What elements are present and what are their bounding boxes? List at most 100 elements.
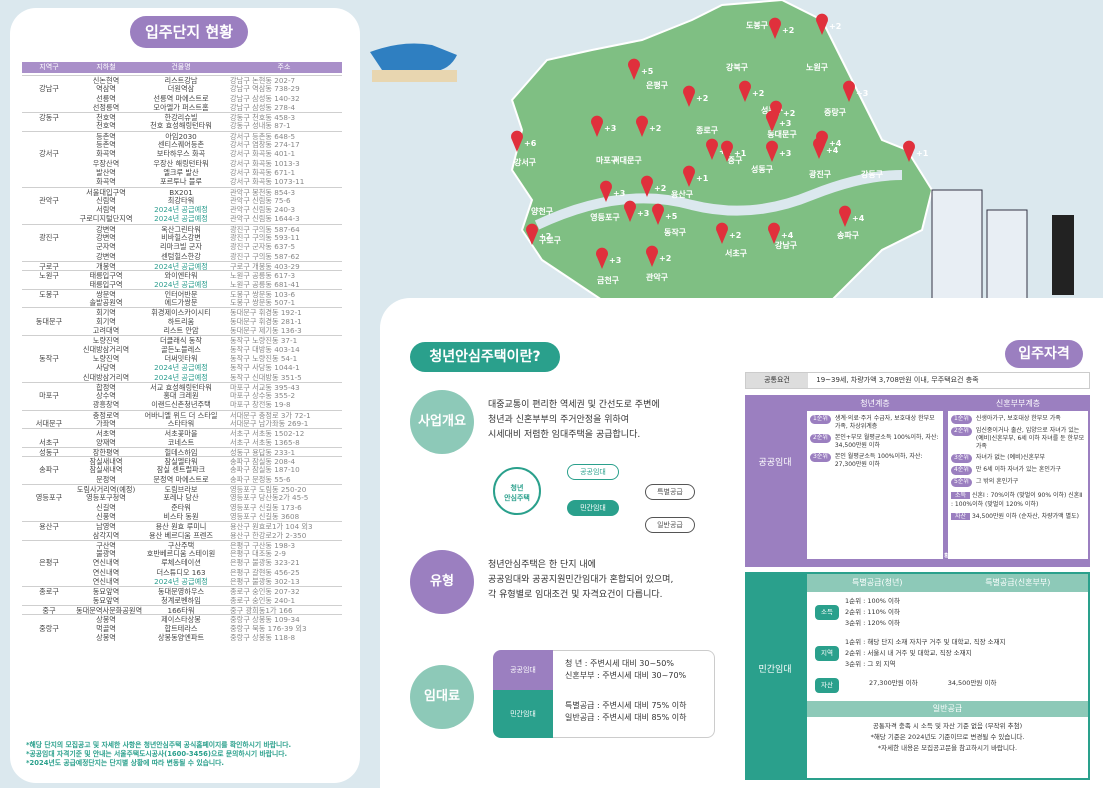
table-cell: 리스트 안암: [163, 326, 199, 336]
table-cell: 구로구 개봉동 403-29: [230, 261, 300, 271]
table-row: 선릉역 선릉역 마에스트로 강남구 삼성동 140-32: [22, 94, 342, 103]
rank-badge: 5순위: [951, 478, 972, 487]
table-cell: [22, 94, 76, 103]
table-cell: 비바힐스강변: [161, 233, 201, 243]
table-cell: [22, 549, 76, 558]
district-label: 금천구: [597, 275, 620, 285]
pin-count: +3: [609, 256, 621, 265]
table-row: 등촌역 센티스퀘어등촌 강서구 염창동 274-17: [22, 140, 342, 149]
note-line: *2024년도 공급예정단지는 단지별 상황에 따라 변동될 수 있습니다.: [26, 759, 224, 767]
table-row: 구산역 구산주택 은평구 구산동 198-3: [22, 539, 342, 549]
table-cell: 센티스퀘어등촌: [157, 140, 205, 150]
table-cell: 용산구: [39, 522, 59, 531]
district-label: 강북구: [726, 62, 749, 72]
table-row: 도봉구 쌍문역 인터어반문 도봉구 쌍문동 103-6: [22, 288, 342, 298]
table-row: 고려대역 리스트 안암 동대문구 제기동 136-3: [22, 326, 342, 335]
text-line: 공공임대와 공공지원민간임대가 혼합되어 있으며,: [488, 575, 674, 585]
income-text: 신혼Ⅰ : 70%이하 (맞벌이 90% 이하) 신혼Ⅱ : 100%이하 (맞…: [951, 492, 1083, 508]
assets-tag: 자산: [815, 678, 839, 693]
table-cell: 에드가쌍문: [164, 298, 198, 308]
table-cell: 2024년 공급예정: [154, 214, 208, 224]
table-cell: 용산 원효 루미니: [155, 522, 207, 531]
table-cell: 강서구 화곡동 401-1: [230, 149, 296, 159]
table-cell: [22, 168, 76, 177]
rank-line: 3순위 : 120% 이하: [844, 619, 900, 627]
rank-item: 3순위 본인 월평균소득 100%이하, 자산: 27,300만원 이하: [810, 453, 940, 469]
table-cell: [22, 159, 76, 168]
table-cell: 동묘앞역: [92, 587, 120, 596]
table-cell: 종로구 숭인동 207-32: [230, 587, 300, 596]
rank-item: 2순위 본인+부모 월평균소득 100%이하, 자산: 34,500만원 이하: [810, 434, 940, 450]
table-row: 서초구 양재역 코네스트 서초구 서초동 1365-8: [22, 438, 342, 447]
table-cell: 등촌역: [96, 140, 116, 150]
table-row: 발산역 엘크루 발산 강서구 화곡동 671-1: [22, 168, 342, 177]
table-cell: 2024년 공급예정: [154, 363, 208, 373]
table-cell: 준타워: [171, 502, 191, 512]
table-cell: [22, 308, 76, 316]
table-cell: 강남구 삼성동 140-32: [230, 93, 300, 103]
table-cell: 중구 광희동1가 166: [230, 605, 293, 615]
table-row: 연신내역 2024년 공급예정 은평구 불광동 302-13: [22, 577, 342, 586]
table-cell: 영등포구 신길동 3608: [230, 511, 300, 521]
section-rent-badge: 임대료: [410, 665, 474, 729]
rent-line: 일반공급 : 주변시세 대비 85% 이하: [565, 713, 687, 722]
table-row: 우장산역 우장산 해링턴타워 강서구 화곡동 1013-3: [22, 159, 342, 168]
table-cell: 구로구: [39, 261, 59, 271]
table-cell: 강변역: [96, 224, 116, 234]
table-row: 중구 동대문역사문화공원역 166타워 중구 광희동1가 166: [22, 604, 342, 615]
table-cell: 힐데스하임: [164, 447, 198, 457]
sp-youth-label: 특별공급(청년): [852, 578, 903, 587]
table-cell: 신길역: [96, 502, 116, 512]
table-row: 상봉역 상봉동양엔파트 중랑구 상봉동 118-8: [22, 633, 342, 642]
table-row: 노원구 태릉입구역 와이엔타워 노원구 공릉동 617-3: [22, 270, 342, 280]
rank-text: 생계·의료·주거 수급자, 보호대상 한부모 가족, 차상위계층: [834, 415, 935, 430]
table-cell: [22, 214, 76, 223]
table-cell: 서초구: [39, 437, 59, 447]
table-cell: 홍대 크레원: [163, 391, 199, 401]
table-row: 구로디지털단지역 2024년 공급예정 관악구 신림동 1644-3: [22, 214, 342, 223]
intro-title: 청년안심주택이란?: [410, 342, 560, 372]
table-row: 강서구 화곡역 보타하우스 화곡 강서구 화곡동 401-1: [22, 149, 342, 158]
table-cell: 송파구: [39, 465, 59, 475]
table-row: 영등포구 영등포구청역 포레나 당산 영등포구 당산동2가 45-5: [22, 493, 342, 502]
table-cell: 광진구 구의동 587-62: [230, 251, 300, 261]
table-cell: 엘크루 발산: [163, 167, 199, 177]
public-note: *그 외 순위, 가점 등 의 자세한 사항은 모집공고를 확인하시기 바랍니다…: [815, 553, 999, 560]
table-row: 구로구 개봉역 2024년 공급예정 구로구 개봉동 403-29: [22, 260, 342, 271]
table-cell: [22, 132, 76, 140]
table-row: 잠실새내역 잠실엘타워 송파구 잠실동 208-4: [22, 456, 342, 465]
table-cell: 종로구 숭인동 240-1: [230, 595, 296, 605]
pin-count: +5: [641, 67, 654, 76]
region-line: 2순위 : 서울시 내 거주 및 대학교, 직장 소재지: [844, 649, 972, 657]
table-cell: 모아엘가 퍼스트홈: [153, 102, 209, 112]
table-row: 성동구 장한평역 힐데스하임 성동구 용답동 233-1: [22, 446, 342, 457]
table-cell: 은평구 갈현동 456-25: [230, 567, 300, 577]
district-label: 광진구: [809, 169, 832, 179]
pin-count: +2: [696, 94, 708, 103]
table-cell: 관악구 신림동 75-6: [230, 195, 291, 205]
table-cell: 신논현역: [92, 76, 120, 85]
common-req: 공통요건 19~39세, 차량가액 3,708만원 이내, 무주택요건 충족: [745, 372, 1090, 389]
rank-line: 1순위 : 100% 이하: [844, 597, 900, 605]
table-cell: [22, 615, 76, 623]
table-row: 서대문구 가좌역 스타타워 서대문구 남가좌동 269-1: [22, 419, 342, 428]
district-label: 용산구: [671, 189, 694, 199]
pin-count: +1: [696, 174, 709, 183]
table-cell: 용산 베르디움 프렌즈: [148, 530, 214, 540]
table-cell: 강남구: [39, 84, 59, 94]
table-row: 군자역 리마크빌 군자 광진구 군자동 637-5: [22, 242, 342, 251]
table-cell: 동대문역사문화공원역: [76, 605, 143, 615]
rank-item: 1순위 생계·의료·주거 수급자, 보호대상 한부모 가족, 차상위계층: [810, 415, 940, 431]
asset-couple: 34,500만원 이하: [947, 679, 997, 687]
table-cell: 용산구 원효로1가 104 외3: [230, 522, 313, 531]
table-row: 문정역 문정역 마에스트로 송파구 문정동 55-6: [22, 475, 342, 484]
table-row: 등촌역 아임2030 강서구 등촌동 648-5: [22, 130, 342, 140]
table-cell: 은평구: [39, 558, 59, 568]
region-tag: 지역: [815, 646, 839, 661]
fence: [372, 70, 457, 82]
note-line: *해당 단지의 모집공고 및 자세한 사항은 청년안심주택 공식홈페이지를 확인…: [26, 741, 292, 749]
table-cell: 중랑구 상봉동 118-8: [230, 632, 296, 642]
table-row: 강변역 옥산그린타워 광진구 구의동 587-64: [22, 223, 342, 234]
pin-count: +2: [752, 89, 764, 98]
table-cell: 서초구 서초동 1502-12: [230, 429, 305, 438]
